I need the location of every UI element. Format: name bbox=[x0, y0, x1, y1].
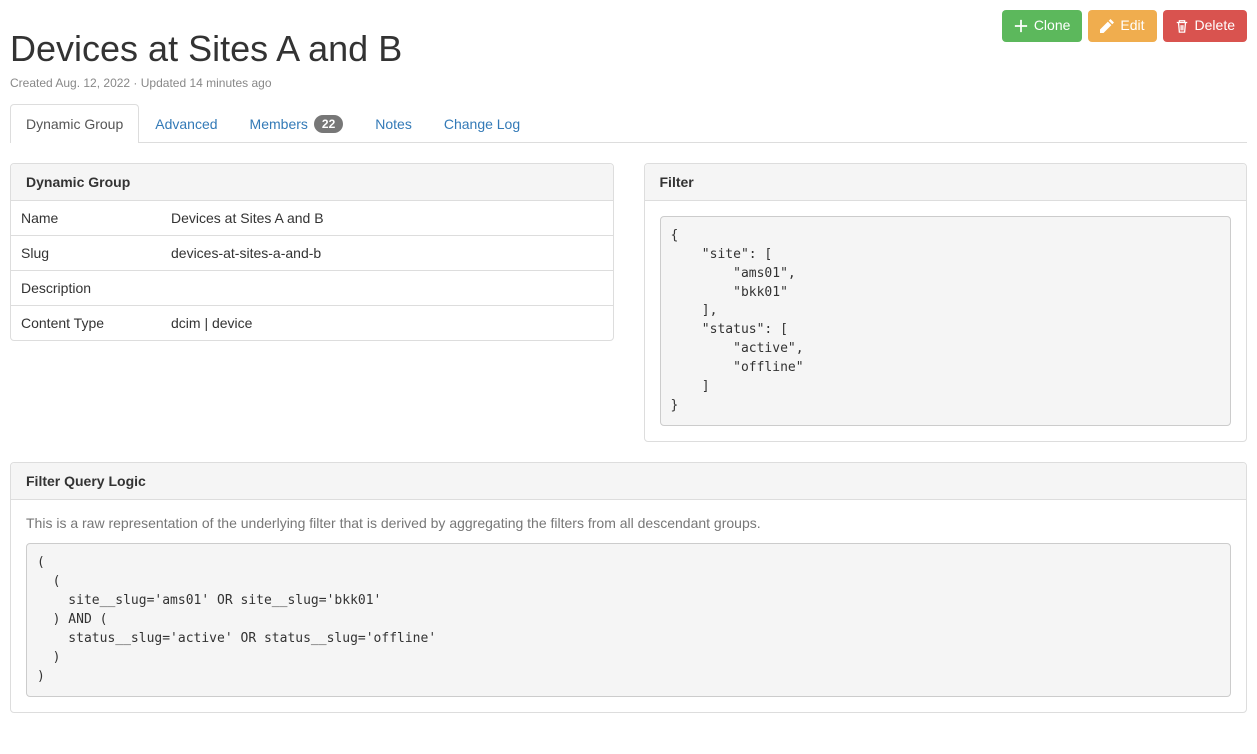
edit-label: Edit bbox=[1120, 16, 1144, 36]
table-row: Slug devices-at-sites-a-and-b bbox=[11, 236, 613, 271]
dynamic-group-panel: Dynamic Group Name Devices at Sites A an… bbox=[10, 163, 614, 341]
property-label: Slug bbox=[11, 236, 161, 271]
meta-text: Created Aug. 12, 2022 · Updated 14 minut… bbox=[10, 76, 1002, 90]
logic-code: ( ( site__slug='ams01' OR site__slug='bk… bbox=[26, 543, 1231, 697]
delete-label: Delete bbox=[1195, 16, 1235, 36]
filter-panel: Filter { "site": [ "ams01", "bkk01" ], "… bbox=[644, 163, 1248, 442]
table-row: Content Type dcim | device bbox=[11, 306, 613, 341]
tab-change-log[interactable]: Change Log bbox=[428, 104, 536, 143]
property-value bbox=[161, 271, 613, 306]
edit-button[interactable]: Edit bbox=[1088, 10, 1156, 42]
property-value: Devices at Sites A and B bbox=[161, 201, 613, 236]
tab-label: Dynamic Group bbox=[26, 116, 123, 132]
tab-label: Members bbox=[250, 116, 308, 132]
table-row: Description bbox=[11, 271, 613, 306]
table-row: Name Devices at Sites A and B bbox=[11, 201, 613, 236]
delete-button[interactable]: Delete bbox=[1163, 10, 1247, 42]
property-value: dcim | device bbox=[161, 306, 613, 341]
help-text: This is a raw representation of the unde… bbox=[26, 515, 1231, 531]
clone-button[interactable]: Clone bbox=[1002, 10, 1083, 42]
trash-icon bbox=[1175, 19, 1189, 33]
tab-dynamic-group[interactable]: Dynamic Group bbox=[10, 104, 139, 143]
tab-bar: Dynamic Group Advanced Members 22 Notes … bbox=[10, 104, 1247, 143]
tab-label: Change Log bbox=[444, 116, 520, 132]
action-bar: Clone Edit Delete bbox=[1002, 8, 1247, 42]
property-label: Content Type bbox=[11, 306, 161, 341]
panel-title: Dynamic Group bbox=[11, 164, 613, 201]
filter-query-logic-panel: Filter Query Logic This is a raw represe… bbox=[10, 462, 1247, 713]
tab-label: Advanced bbox=[155, 116, 217, 132]
tab-notes[interactable]: Notes bbox=[359, 104, 428, 143]
property-value: devices-at-sites-a-and-b bbox=[161, 236, 613, 271]
plus-icon bbox=[1014, 19, 1028, 33]
panel-title: Filter bbox=[645, 164, 1247, 201]
page-title: Devices at Sites A and B bbox=[10, 28, 1002, 70]
tab-label: Notes bbox=[375, 116, 412, 132]
clone-label: Clone bbox=[1034, 16, 1071, 36]
filter-code: { "site": [ "ams01", "bkk01" ], "status"… bbox=[660, 216, 1232, 426]
tab-advanced[interactable]: Advanced bbox=[139, 104, 233, 143]
members-count-badge: 22 bbox=[314, 115, 343, 133]
tab-members[interactable]: Members 22 bbox=[234, 104, 360, 143]
properties-table: Name Devices at Sites A and B Slug devic… bbox=[11, 201, 613, 340]
panel-title: Filter Query Logic bbox=[11, 463, 1246, 500]
property-label: Name bbox=[11, 201, 161, 236]
pencil-icon bbox=[1100, 19, 1114, 33]
property-label: Description bbox=[11, 271, 161, 306]
